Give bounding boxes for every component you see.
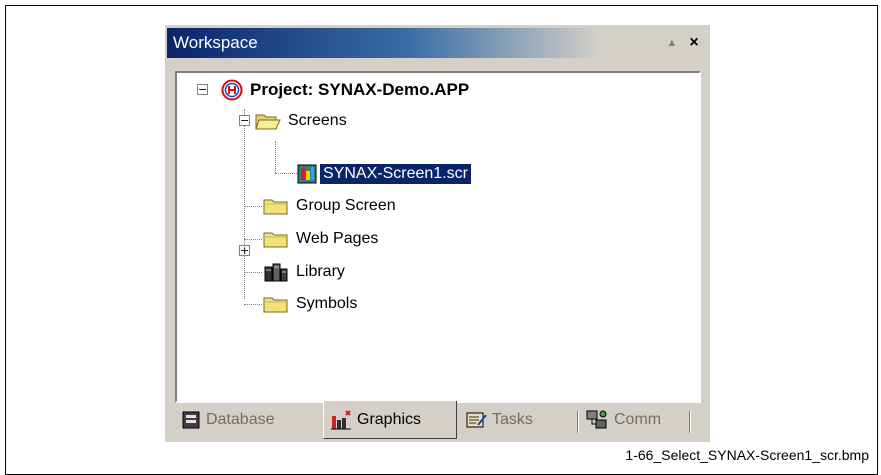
folder-icon (263, 297, 288, 313)
tree-item-screens[interactable]: Screens (255, 108, 350, 134)
database-icon (182, 411, 200, 428)
tab-label: Graphics (357, 410, 422, 428)
screen-file-icon (297, 164, 317, 184)
window-title: Workspace (173, 33, 258, 52)
tab-tasks[interactable]: Tasks (465, 403, 575, 436)
tab-database[interactable]: Database (181, 403, 321, 436)
tree-item-symbols[interactable]: Symbols (263, 291, 360, 317)
project-tree: − Project: SYNAX-Demo.APP − Screens SYNA… (175, 71, 701, 403)
library-icon (264, 263, 288, 282)
tree-line (275, 141, 276, 173)
pin-icon[interactable]: ▲ (663, 34, 681, 52)
title-bar[interactable]: Workspace ▲ × (167, 28, 708, 58)
tab-label: Database (206, 410, 275, 428)
tree-item-label: Web Pages (296, 230, 379, 247)
tab-label: Tasks (492, 410, 533, 428)
tree-item-label: Group Screen (296, 197, 396, 214)
collapse-project-toggle[interactable]: − (197, 84, 208, 95)
folder-icon (263, 232, 288, 248)
tree-item-label: Screens (288, 112, 347, 129)
workspace-window: Workspace ▲ × − Project: SYNAX-Demo.APP … (165, 25, 710, 442)
image-caption: 1-66_Select_SYNAX-Screen1_scr.bmp (625, 447, 869, 463)
project-icon (221, 79, 243, 101)
tree-item-label: Library (296, 263, 345, 280)
tab-label: Comm (614, 410, 662, 428)
tree-item-library[interactable]: Library (263, 259, 348, 285)
tree-item-project[interactable]: Project: SYNAX-Demo.APP (221, 77, 472, 103)
tree-item-group-screen[interactable]: Group Screen (263, 193, 399, 219)
tree-item-label: SYNAX-Screen1.scr (319, 163, 472, 185)
folder-icon (263, 199, 288, 215)
tree-line (244, 304, 262, 305)
tab-graphics[interactable]: Graphics (323, 401, 457, 439)
tree-line (244, 109, 245, 299)
tree-line (275, 173, 297, 174)
comm-icon (586, 410, 607, 428)
tab-comm[interactable]: Comm (585, 403, 685, 436)
tree-item-web-pages[interactable]: Web Pages (263, 226, 381, 252)
tree-item-synax-screen1[interactable]: SYNAX-Screen1.scr (297, 161, 472, 187)
tree-item-label: Project: SYNAX-Demo.APP (250, 80, 470, 99)
tree-item-label: Symbols (296, 295, 358, 312)
tree-line (244, 206, 262, 207)
workspace-tabs: Database Graphics Tasks Comm (175, 401, 701, 439)
close-icon[interactable]: × (685, 34, 703, 52)
tree-line (244, 239, 262, 240)
tree-line (244, 272, 262, 273)
collapse-screens-toggle[interactable]: − (239, 115, 250, 126)
expand-web-pages-toggle[interactable]: + (239, 245, 250, 256)
tasks-icon (466, 412, 487, 427)
tab-separator (577, 411, 579, 433)
graphics-icon (331, 409, 351, 429)
tab-separator (689, 411, 691, 433)
folder-open-icon (255, 114, 281, 130)
